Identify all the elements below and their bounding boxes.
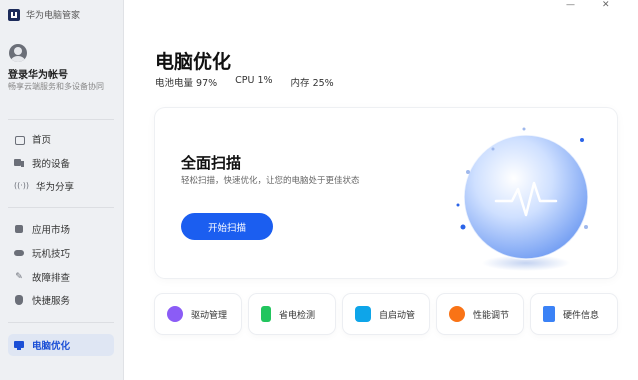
tool-startup[interactable]: 自启动管 bbox=[343, 294, 429, 334]
sidebar-item-label: 我的设备 bbox=[32, 159, 71, 170]
sidebar-item-label: 应用市场 bbox=[32, 225, 71, 236]
app-header: 华为电脑管家 bbox=[8, 8, 80, 21]
sidebar-item-optimize[interactable]: 电脑优化 bbox=[8, 334, 114, 356]
app-title: 华为电脑管家 bbox=[26, 11, 81, 21]
sidebar-divider bbox=[8, 207, 114, 208]
sidebar-divider bbox=[8, 322, 114, 323]
sidebar-item-label: 电脑优化 bbox=[32, 341, 71, 352]
sidebar-item-tips[interactable]: 玩机技巧 bbox=[8, 242, 114, 264]
sidebar-item-label: 首页 bbox=[32, 135, 52, 146]
home-icon bbox=[14, 134, 25, 145]
sidebar-item-label: 快捷服务 bbox=[32, 296, 71, 307]
sidebar-item-service[interactable]: 快捷服务 bbox=[8, 289, 114, 311]
scan-title: 全面扫描 bbox=[181, 154, 242, 172]
gauge-icon bbox=[449, 306, 465, 322]
battery-status: 电池电量 97% bbox=[155, 78, 218, 89]
scan-card: 全面扫描 轻松扫描，快速优化，让您的电脑处于更佳状态 开始扫描 bbox=[155, 108, 617, 278]
tips-icon bbox=[14, 248, 24, 258]
sidebar-item-app-store[interactable]: 应用市场 bbox=[8, 218, 114, 240]
sidebar-item-home[interactable]: 首页 bbox=[8, 128, 114, 150]
tool-label: 硬件信息 bbox=[563, 310, 600, 321]
sidebar-item-label: 玩机技巧 bbox=[32, 249, 71, 260]
avatar[interactable] bbox=[9, 44, 27, 62]
battery-icon bbox=[261, 306, 271, 322]
sidebar: 华为电脑管家 登录华为帐号 畅享云端服务和多设备协同 首页 我的设备 ((·))… bbox=[0, 0, 124, 380]
sidebar-item-label: 故障排查 bbox=[32, 273, 71, 284]
share-icon: ((·)) bbox=[14, 181, 30, 190]
scan-description: 轻松扫描，快速优化，让您的电脑处于更佳状态 bbox=[181, 176, 360, 186]
tool-power-check[interactable]: 省电检测 bbox=[249, 294, 335, 334]
main-panel: 电脑优化 电池电量 97% CPU 1% 内存 25% 全面扫描 轻松扫描，快速… bbox=[124, 0, 638, 380]
tool-performance[interactable]: 性能调节 bbox=[437, 294, 523, 334]
startup-icon bbox=[355, 306, 371, 322]
sidebar-item-devices[interactable]: 我的设备 bbox=[8, 152, 114, 174]
tool-label: 自启动管 bbox=[379, 310, 416, 321]
scan-orb-icon bbox=[456, 127, 589, 271]
wrench-icon: ✎ bbox=[15, 272, 23, 282]
tool-driver[interactable]: 驱动管理 bbox=[155, 294, 241, 334]
driver-icon bbox=[167, 306, 183, 322]
app-logo-icon bbox=[8, 8, 20, 21]
sidebar-item-label: 华为分享 bbox=[36, 182, 75, 193]
tool-label: 省电检测 bbox=[279, 310, 316, 321]
service-icon bbox=[14, 295, 24, 305]
system-status: 电池电量 97% CPU 1% 内存 25% bbox=[155, 75, 334, 89]
tool-hardware-info[interactable]: 硬件信息 bbox=[531, 294, 617, 334]
sidebar-item-troubleshoot[interactable]: ✎ 故障排查 bbox=[8, 266, 114, 288]
app-store-icon bbox=[14, 224, 24, 234]
tool-label: 驱动管理 bbox=[191, 310, 228, 321]
login-subtitle: 畅享云端服务和多设备协同 bbox=[8, 82, 104, 91]
tool-label: 性能调节 bbox=[473, 310, 510, 321]
devices-icon bbox=[14, 158, 24, 168]
login-title[interactable]: 登录华为帐号 bbox=[8, 66, 68, 81]
document-icon bbox=[543, 306, 555, 322]
memory-status: 内存 25% bbox=[290, 78, 334, 89]
page-title: 电脑优化 bbox=[155, 51, 232, 73]
start-scan-button[interactable]: 开始扫描 bbox=[181, 213, 273, 240]
sidebar-divider bbox=[8, 119, 114, 120]
monitor-icon bbox=[14, 340, 24, 350]
sidebar-item-share[interactable]: ((·)) 华为分享 bbox=[8, 175, 114, 197]
cpu-status: CPU 1% bbox=[235, 75, 273, 86]
